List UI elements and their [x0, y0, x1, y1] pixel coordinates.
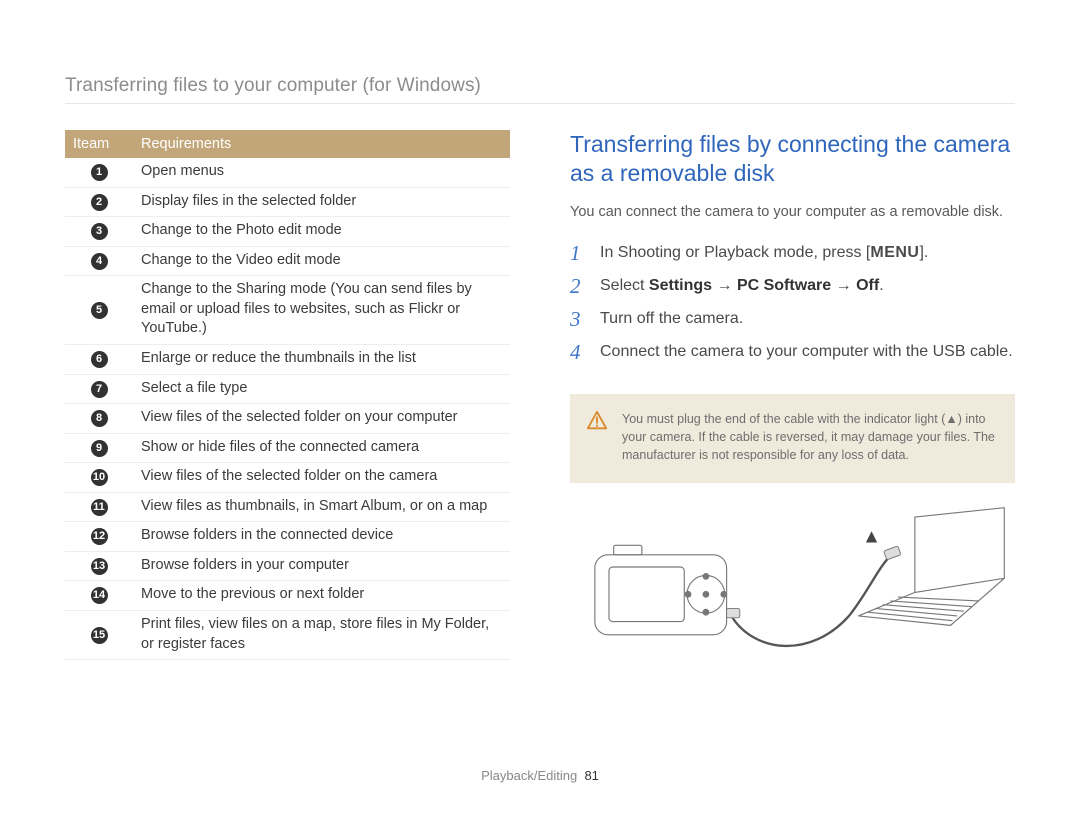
- page-header: Transferring files to your computer (for…: [65, 75, 1015, 104]
- step-text: Turn off the camera.: [600, 308, 1015, 330]
- table-row: 2 Display files in the selected folder: [65, 187, 510, 217]
- row-text: Enlarge or reduce the thumbnails in the …: [133, 344, 510, 374]
- table-row: 3 Change to the Photo edit mode: [65, 217, 510, 247]
- row-text: View files of the selected folder on the…: [133, 463, 510, 493]
- caution-notice: You must plug the end of the cable with …: [570, 394, 1015, 482]
- left-column: Iteam Requirements 1 Open menus 2 Display …: [65, 130, 510, 663]
- row-num-icon: 1: [91, 164, 108, 181]
- table-row: 6 Enlarge or reduce the thumbnails in the…: [65, 344, 510, 374]
- step-number: 4: [570, 341, 592, 364]
- row-num-icon: 5: [91, 302, 108, 319]
- table-row: 5 Change to the Sharing mode (You can sen…: [65, 276, 510, 345]
- row-text: Change to the Video edit mode: [133, 246, 510, 276]
- menu-key-label: MENU: [870, 244, 919, 261]
- table-row: 14 Move to the previous or next folder: [65, 581, 510, 611]
- table-row: 4 Change to the Video edit mode: [65, 246, 510, 276]
- step-text: Select Settings → PC Software → Off.: [600, 275, 1015, 297]
- row-num-icon: 8: [91, 410, 108, 427]
- row-text: Change to the Sharing mode (You can send…: [133, 276, 510, 345]
- row-text: Open menus: [133, 158, 510, 187]
- row-text: Browse folders in the connected device: [133, 522, 510, 552]
- row-text: Print files, view files on a map, store …: [133, 611, 510, 660]
- step-number: 1: [570, 242, 592, 265]
- table-row: 15 Print files, view files on a map, stor…: [65, 611, 510, 660]
- step-item: 1 In Shooting or Playback mode, press [M…: [570, 242, 1015, 265]
- text: Select: [600, 277, 649, 294]
- row-text: Show or hide files of the connected came…: [133, 433, 510, 463]
- page-footer: Playback/Editing 81: [0, 768, 1080, 783]
- table-row: 9 Show or hide files of the connected cam…: [65, 433, 510, 463]
- row-num-icon: 10: [91, 469, 108, 486]
- row-num-icon: 14: [91, 587, 108, 604]
- th-item: Iteam: [65, 130, 133, 158]
- row-text: Change to the Photo edit mode: [133, 217, 510, 247]
- notice-text: You must plug the end of the cable with …: [622, 410, 995, 464]
- row-num-icon: 11: [91, 499, 108, 516]
- section-title: Transferring files by connecting the cam…: [570, 130, 1015, 188]
- table-row: 13 Browse folders in your computer: [65, 551, 510, 581]
- row-num-icon: 3: [91, 223, 108, 240]
- row-num-icon: 15: [91, 627, 108, 644]
- strong: PC Software: [737, 277, 831, 294]
- text: ].: [919, 244, 928, 261]
- two-column-layout: Iteam Requirements 1 Open menus 2 Display …: [65, 130, 1015, 663]
- table-row: 12 Browse folders in the connected device: [65, 522, 510, 552]
- table-row: 11 View files as thumbnails, in Smart Alb…: [65, 492, 510, 522]
- row-text: Move to the previous or next folder: [133, 581, 510, 611]
- row-num-icon: 12: [91, 528, 108, 545]
- row-num-icon: 13: [91, 558, 108, 575]
- row-num-icon: 7: [91, 381, 108, 398]
- caution-icon: [586, 410, 608, 432]
- row-num-icon: 4: [91, 253, 108, 270]
- requirements-table: Iteam Requirements 1 Open menus 2 Display …: [65, 130, 510, 660]
- step-text: Connect the camera to your computer with…: [600, 341, 1015, 363]
- strong: Off: [856, 277, 879, 294]
- step-number: 3: [570, 308, 592, 331]
- camera-to-laptop-illustration: [570, 503, 1015, 663]
- arrow-icon: →: [831, 277, 856, 294]
- table-row: 8 View files of the selected folder on yo…: [65, 404, 510, 434]
- right-column: Transferring files by connecting the cam…: [570, 130, 1015, 663]
- row-text: Select a file type: [133, 374, 510, 404]
- step-item: 4 Connect the camera to your computer wi…: [570, 341, 1015, 364]
- step-text: In Shooting or Playback mode, press [MEN…: [600, 242, 1015, 264]
- row-text: View files of the selected folder on you…: [133, 404, 510, 434]
- th-requirements: Requirements: [133, 130, 510, 158]
- table-row: 7 Select a file type: [65, 374, 510, 404]
- row-num-icon: 6: [91, 351, 108, 368]
- step-item: 3 Turn off the camera.: [570, 308, 1015, 331]
- step-list: 1 In Shooting or Playback mode, press [M…: [570, 242, 1015, 364]
- row-text: Browse folders in your computer: [133, 551, 510, 581]
- section-intro: You can connect the camera to your compu…: [570, 202, 1015, 222]
- row-num-icon: 2: [91, 194, 108, 211]
- table-row: 1 Open menus: [65, 158, 510, 187]
- manual-page: Transferring files to your computer (for…: [0, 0, 1080, 815]
- table-row: 10 View files of the selected folder on t…: [65, 463, 510, 493]
- arrow-icon: →: [712, 277, 737, 294]
- step-number: 2: [570, 275, 592, 298]
- step-item: 2 Select Settings → PC Software → Off.: [570, 275, 1015, 298]
- row-text: Display files in the selected folder: [133, 187, 510, 217]
- text: In Shooting or Playback mode, press [: [600, 244, 870, 261]
- page-number: 81: [584, 768, 598, 783]
- row-text: View files as thumbnails, in Smart Album…: [133, 492, 510, 522]
- footer-section: Playback/Editing: [481, 768, 577, 783]
- text: .: [879, 277, 883, 294]
- strong: Settings: [649, 277, 712, 294]
- row-num-icon: 9: [91, 440, 108, 457]
